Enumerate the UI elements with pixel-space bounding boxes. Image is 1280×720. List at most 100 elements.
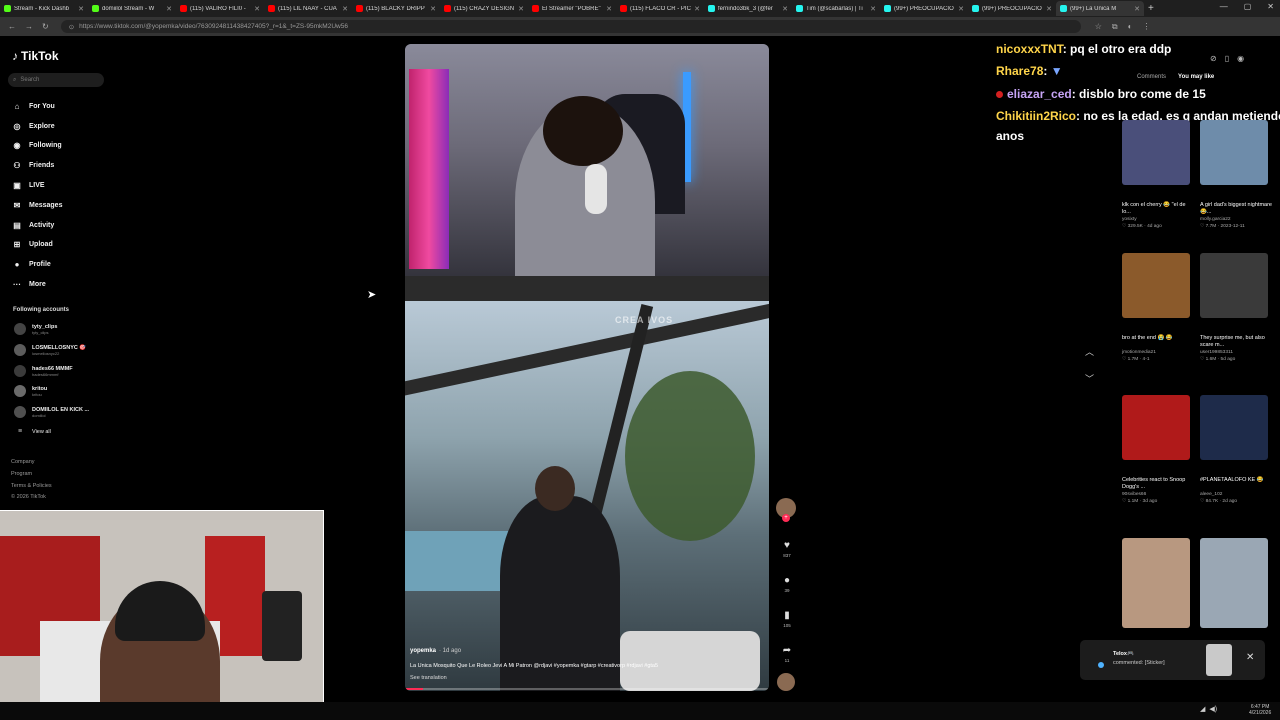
volume-icon[interactable]: ◀) [1209, 705, 1217, 713]
new-tab-icon[interactable]: + [1148, 3, 1154, 14]
tab-close-icon[interactable]: ✕ [606, 5, 612, 13]
account-name: hades66 MMMF [32, 365, 73, 372]
browser-tab[interactable]: domiilol Stream - W ✕ [88, 1, 176, 16]
options-icon[interactable]: ▯ [1225, 54, 1229, 63]
tab-comments[interactable]: Comments [1137, 74, 1166, 80]
tab-you-may-like[interactable]: You may like [1178, 74, 1214, 80]
music-disc-avatar[interactable] [777, 673, 795, 691]
video-thumbnail[interactable] [1122, 120, 1190, 185]
browser-tab[interactable]: (115) VALIRO FILI0 - ✕ [176, 1, 264, 16]
video-thumbnail[interactable] [1200, 120, 1268, 185]
next-video-icon[interactable]: ﹀ [1085, 372, 1094, 385]
compass-icon: ◎ [13, 122, 21, 131]
browser-tab[interactable]: Tim (@scabarlas) | Ti ✕ [792, 1, 880, 16]
following-account[interactable]: LOSMELLOSNYC 🎯 losmellosnyc22 [14, 344, 86, 356]
tab-close-icon[interactable]: ✕ [518, 5, 524, 13]
video-thumbnail[interactable] [1200, 538, 1268, 628]
sidebar-item-for-you[interactable]: ⌂ For You [12, 102, 55, 111]
browser-tab[interactable]: (115) FLACO CR - PIC ✕ [616, 1, 704, 16]
maximize-icon[interactable]: ▢ [1244, 2, 1252, 11]
video-thumbnail[interactable] [1122, 253, 1190, 318]
video-thumbnail[interactable] [1200, 253, 1268, 318]
browser-tab[interactable]: (99+) La Única M ✕ [1056, 1, 1144, 16]
back-icon[interactable]: ← [8, 22, 16, 31]
minimize-icon[interactable]: — [1220, 2, 1228, 11]
follow-plus-icon[interactable]: + [782, 514, 790, 522]
browser-tab[interactable]: Stream - Kick Dashb ✕ [0, 1, 88, 16]
browser-tab[interactable]: (99+) PREOCUPACIÓ ✕ [880, 1, 968, 16]
view-all-link[interactable]: ≡ View all [14, 428, 51, 435]
following-account[interactable]: kritou kritou [14, 385, 47, 397]
url-field[interactable]: ⊙ https://www.tiktok.com/@yopemka/video/… [60, 20, 1081, 33]
following-account[interactable]: tyty_clips tyty_clips [14, 323, 57, 335]
sidebar-item-explore[interactable]: ◎ Explore [12, 122, 55, 131]
video-progress-bar[interactable] [405, 688, 769, 690]
search-icon: ⌕ [13, 76, 17, 83]
video-thumbnail[interactable] [1122, 395, 1190, 460]
sidebar-item-messages[interactable]: ✉ Messages [12, 201, 63, 210]
footer-link[interactable]: Terms & Policies [11, 483, 52, 489]
sidebar-item-live[interactable]: ▣ LIVE [12, 181, 44, 190]
site-info-icon[interactable]: ⊙ [69, 23, 74, 31]
close-window-icon[interactable]: ✕ [1267, 2, 1274, 11]
forward-icon[interactable]: → [25, 22, 33, 31]
thumbnail-caption[interactable]: #PLANETAALOFO KE 😂 [1200, 477, 1272, 484]
sidebar-item-profile[interactable]: ● Profile [12, 260, 51, 269]
extensions-icon[interactable]: ⧉ [1112, 22, 1118, 32]
reload-icon[interactable]: ↻ [42, 22, 49, 31]
browser-tab[interactable]: (99+) PREOCUPACIÓ ✕ [968, 1, 1056, 16]
bookmark-star-icon[interactable]: ☆ [1095, 22, 1102, 32]
sidebar-item-upload[interactable]: ⊞ Upload [12, 240, 53, 249]
sidebar-item-following[interactable]: ◉ Following [12, 141, 62, 150]
browser-tab[interactable]: (115) BLACKY DRIPP ✕ [352, 1, 440, 16]
comment-button[interactable]: ● 39 [776, 575, 798, 593]
thumbnail-caption[interactable]: bro at the end 😭 😂 [1122, 335, 1194, 342]
tab-close-icon[interactable]: ✕ [958, 5, 964, 13]
thumbnail-caption[interactable]: A girl dad's biggest nightmare 😂... [1200, 202, 1272, 216]
close-notification-icon[interactable]: ✕ [1246, 652, 1254, 663]
menu-icon[interactable]: ⋮ [1142, 22, 1150, 32]
tab-close-icon[interactable]: ✕ [1134, 5, 1140, 13]
sidebar-item-more[interactable]: ··· More [12, 280, 46, 289]
user-avatar-icon[interactable]: ◉ [1237, 54, 1244, 63]
thumbnail-caption[interactable]: Celebrities react to Snoop Dogg's ... [1122, 477, 1194, 491]
thumbnail-caption[interactable]: klk con el cherry 😂 "el de lo... [1122, 202, 1194, 216]
footer-link[interactable]: Program [11, 471, 32, 477]
video-thumbnail[interactable] [1122, 538, 1190, 628]
tab-close-icon[interactable]: ✕ [782, 5, 788, 13]
video-thumbnail[interactable] [1200, 395, 1268, 460]
tiktok-logo[interactable]: ♪ TikTok [12, 49, 59, 63]
thumbnail-caption[interactable]: They surprise me, but also scare m... [1200, 335, 1272, 349]
creator-avatar[interactable]: + [776, 498, 796, 522]
browser-tab[interactable]: El Streamer "POBRE" ✕ [528, 1, 616, 16]
tab-close-icon[interactable]: ✕ [870, 5, 876, 13]
video-player[interactable]: CREA IVOS yopemka · 1d ago La Unica Mosqu… [405, 44, 769, 691]
following-account[interactable]: hades66 MMMF hades66mmmf [14, 365, 73, 377]
browser-tab[interactable]: (115) CRAZY DESIGN ✕ [440, 1, 528, 16]
tab-close-icon[interactable]: ✕ [430, 5, 436, 13]
following-account[interactable]: DOMIILOL EN KICK ... domiilol [14, 406, 89, 418]
comment-notification[interactable]: Telox🎮 commented: [Sticker] ✕ [1080, 640, 1265, 680]
tab-close-icon[interactable]: ✕ [342, 5, 348, 13]
share-button[interactable]: ➦ 11 [776, 645, 798, 663]
sidebar-item-friends[interactable]: ⚇ Friends [12, 161, 54, 170]
tab-close-icon[interactable]: ✕ [1046, 5, 1052, 13]
browser-tab[interactable]: (115) LIL NAAY - CUA ✕ [264, 1, 352, 16]
sidebar-item-activity[interactable]: ▤ Activity [12, 221, 54, 230]
video-author[interactable]: yopemka · 1d ago [410, 648, 461, 654]
save-button[interactable]: ▮ 105 [776, 610, 798, 628]
footer-link[interactable]: Company [11, 459, 35, 465]
tab-close-icon[interactable]: ✕ [694, 5, 700, 13]
see-translation-link[interactable]: See translation [410, 675, 447, 681]
tab-close-icon[interactable]: ✕ [166, 5, 172, 13]
tab-close-icon[interactable]: ✕ [78, 5, 84, 13]
previous-video-icon[interactable]: ︿ [1085, 345, 1094, 358]
tab-close-icon[interactable]: ✕ [254, 5, 260, 13]
search-input[interactable]: ⌕ Search [8, 73, 104, 87]
taskbar-clock[interactable]: 6:47 PM 4/21/2026 [1249, 704, 1271, 716]
report-icon[interactable]: ⊘ [1210, 54, 1217, 63]
network-icon[interactable]: ◢ [1200, 705, 1205, 713]
like-button[interactable]: ♥ 837 [776, 540, 798, 558]
browser-tab[interactable]: fernindo3bk_3 (@fer ✕ [704, 1, 792, 16]
account-icon[interactable]: ◐ [1128, 22, 1133, 32]
